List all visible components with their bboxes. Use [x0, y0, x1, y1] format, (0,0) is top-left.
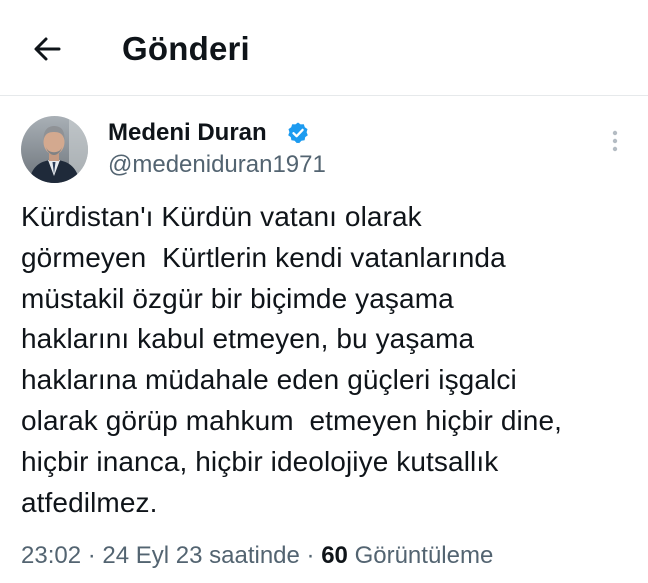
user-handle[interactable]: @medeniduran1971 — [108, 150, 326, 180]
tweet-text: Kürdistan'ı Kürdün vatanı olarak görmeye… — [21, 201, 563, 518]
profile-photo — [21, 116, 88, 183]
arrow-left-icon — [34, 37, 61, 61]
meta-separator: · — [81, 542, 103, 569]
more-vertical-icon — [612, 130, 618, 152]
display-name[interactable]: Medeni Duran — [108, 118, 267, 148]
more-options-button[interactable] — [600, 126, 630, 156]
verified-badge-icon — [288, 122, 308, 144]
top-bar: Gönderi — [0, 0, 648, 96]
avatar[interactable] — [21, 116, 88, 183]
tweet-author: Medeni Duran @medeniduran1971 — [0, 96, 648, 196]
page-title: Gönderi — [122, 30, 250, 67]
meta-separator: · — [299, 542, 322, 569]
views-count: 60 — [321, 542, 348, 569]
tweet-date[interactable]: 24 Eyl 23 saatinde — [102, 542, 299, 569]
tweet-time[interactable]: 23:02 — [21, 542, 81, 569]
back-button[interactable] — [24, 26, 70, 72]
tweet-meta: 23:02 · 24 Eyl 23 saatinde · 60 Görüntül… — [21, 540, 493, 572]
views-label: Görüntüleme — [347, 542, 494, 569]
